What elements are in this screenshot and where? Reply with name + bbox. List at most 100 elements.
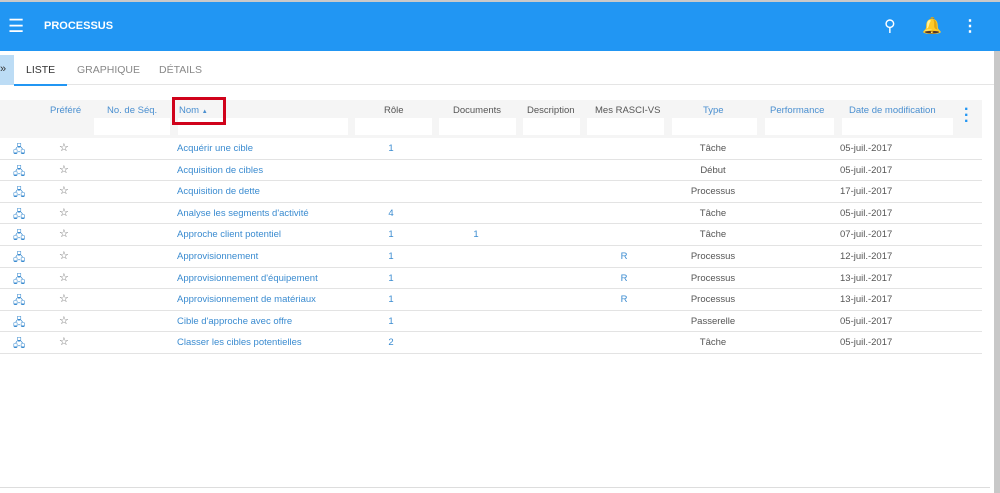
scrollbar[interactable] <box>994 51 1000 493</box>
row-nom[interactable]: Cible d'approche avec offre <box>177 316 292 327</box>
search-icon[interactable]: ⚲ <box>884 16 896 36</box>
row-role[interactable]: 1 <box>388 294 393 305</box>
col-documents[interactable]: Documents <box>453 105 501 116</box>
star-icon[interactable]: ☆ <box>59 141 69 154</box>
divider <box>0 487 990 488</box>
page-title: PROCESSUS <box>44 20 114 32</box>
table-row[interactable]: 🖧 ☆ Acquérir une cible 1 Tâche 05-juil.-… <box>0 138 982 160</box>
row-rasci: R <box>620 294 628 306</box>
sidebar-toggle-button[interactable]: » <box>0 55 14 85</box>
tab-details[interactable]: DÉTAILS <box>159 64 202 76</box>
more-vert-icon[interactable]: ⋮ <box>962 16 978 36</box>
monitor-icon[interactable]: 🖧 <box>13 292 25 311</box>
row-date: 05-juil.-2017 <box>840 337 893 349</box>
star-icon[interactable]: ☆ <box>59 227 69 240</box>
row-nom[interactable]: Classer les cibles potentielles <box>177 337 302 348</box>
star-icon[interactable]: ☆ <box>59 314 69 327</box>
monitor-icon[interactable]: 🖧 <box>13 163 25 182</box>
table-row[interactable]: 🖧 ☆ Approvisionnement de matériaux 1 R P… <box>0 289 982 311</box>
tab-bar: » LISTE GRAPHIQUE DÉTAILS <box>0 51 995 86</box>
row-date: 05-juil.-2017 <box>840 164 893 176</box>
monitor-icon[interactable]: 🖧 <box>13 314 25 333</box>
tab-graphique[interactable]: GRAPHIQUE <box>77 64 140 76</box>
table-row[interactable]: 🖧 ☆ Classer les cibles potentielles 2 Tâ… <box>0 332 982 354</box>
column-options-icon[interactable]: · · · <box>964 102 969 130</box>
table-row[interactable]: 🖧 ☆ Acquisition de cibles Début 05-juil.… <box>0 160 982 182</box>
star-icon[interactable]: ☆ <box>59 184 69 197</box>
filter-performance[interactable] <box>765 118 834 135</box>
row-date: 07-juil.-2017 <box>840 229 893 241</box>
filter-date[interactable] <box>842 118 953 135</box>
row-type: Début <box>700 164 726 176</box>
row-rasci: R <box>620 251 628 262</box>
row-nom[interactable]: Analyse les segments d'activité <box>177 208 309 219</box>
row-type: Processus <box>690 251 736 262</box>
table-row[interactable]: 🖧 ☆ Approvisionnement d'équipement 1 R P… <box>0 268 982 290</box>
row-date: 17-juil.-2017 <box>840 186 893 198</box>
star-icon[interactable]: ☆ <box>59 163 69 176</box>
row-role[interactable]: 1 <box>388 229 393 240</box>
filter-documents[interactable] <box>439 118 516 135</box>
star-icon[interactable]: ☆ <box>59 249 69 262</box>
col-role[interactable]: Rôle <box>384 105 404 116</box>
filter-type[interactable] <box>672 118 757 135</box>
bell-icon[interactable]: 🔔 <box>922 16 942 36</box>
row-type: Tâche <box>699 337 727 349</box>
monitor-icon[interactable]: 🖧 <box>13 206 25 225</box>
monitor-icon[interactable]: 🖧 <box>13 227 25 246</box>
row-type: Processus <box>690 186 736 198</box>
monitor-icon[interactable]: 🖧 <box>13 141 25 160</box>
monitor-icon[interactable]: 🖧 <box>13 271 25 290</box>
row-role[interactable]: 2 <box>388 337 393 348</box>
table-row[interactable]: 🖧 ☆ Cible d'approche avec offre 1 Passer… <box>0 311 982 333</box>
col-rasci[interactable]: Mes RASCI-VS <box>595 105 660 116</box>
row-nom[interactable]: Acquérir une cible <box>177 143 253 154</box>
monitor-icon[interactable]: 🖧 <box>13 184 25 203</box>
row-type: Tâche <box>699 207 727 219</box>
row-nom[interactable]: Acquisition de cibles <box>177 165 263 176</box>
star-icon[interactable]: ☆ <box>59 271 69 284</box>
row-role[interactable]: 1 <box>388 143 393 154</box>
tab-liste[interactable]: LISTE <box>13 64 68 86</box>
row-nom[interactable]: Approvisionnement de matériaux <box>177 294 316 305</box>
row-date: 05-juil.-2017 <box>840 315 893 327</box>
row-date: 05-juil.-2017 <box>840 143 893 154</box>
sort-highlight-box <box>172 97 226 125</box>
filter-rasci[interactable] <box>587 118 664 135</box>
filter-seq[interactable] <box>94 118 170 135</box>
monitor-icon[interactable]: 🖧 <box>13 335 25 354</box>
col-type[interactable]: Type <box>703 105 724 116</box>
star-icon[interactable]: ☆ <box>59 292 69 305</box>
row-date: 12-juil.-2017 <box>840 251 893 262</box>
row-date: 13-juil.-2017 <box>840 272 893 284</box>
row-role[interactable]: 1 <box>388 273 393 284</box>
row-nom[interactable]: Approvisionnement <box>177 251 258 262</box>
col-date[interactable]: Date de modification <box>849 105 936 116</box>
row-documents[interactable]: 1 <box>473 229 478 240</box>
star-icon[interactable]: ☆ <box>59 335 69 348</box>
row-role[interactable]: 1 <box>388 251 393 262</box>
row-nom[interactable]: Approvisionnement d'équipement <box>177 273 318 284</box>
col-description[interactable]: Description <box>527 105 575 116</box>
monitor-icon[interactable]: 🖧 <box>13 249 25 268</box>
row-type: Passerelle <box>690 315 736 327</box>
table-row[interactable]: 🖧 ☆ Analyse les segments d'activité 4 Tâ… <box>0 203 982 225</box>
filter-role[interactable] <box>355 118 432 135</box>
row-type: Tâche <box>699 229 727 241</box>
row-date: 05-juil.-2017 <box>840 207 893 219</box>
filter-description[interactable] <box>523 118 580 135</box>
table-header: Préféré No. de Séq. Nom ▲ Rôle Documents… <box>0 100 982 138</box>
star-icon[interactable]: ☆ <box>59 206 69 219</box>
table-row[interactable]: 🖧 ☆ Approvisionnement 1 R Processus 12-j… <box>0 246 982 268</box>
row-type: Tâche <box>699 143 727 154</box>
table-row[interactable]: 🖧 ☆ Acquisition de dette Processus 17-ju… <box>0 181 982 203</box>
table-row[interactable]: 🖧 ☆ Approche client potentiel 1 1 Tâche … <box>0 224 982 246</box>
col-performance[interactable]: Performance <box>770 105 824 116</box>
col-seq[interactable]: No. de Séq. <box>107 105 157 116</box>
row-nom[interactable]: Approche client potentiel <box>177 229 281 240</box>
row-nom[interactable]: Acquisition de dette <box>177 186 260 197</box>
row-role[interactable]: 4 <box>388 208 393 219</box>
col-prefere[interactable]: Préféré <box>50 105 81 116</box>
hamburger-icon[interactable]: ☰ <box>8 16 24 37</box>
row-role[interactable]: 1 <box>388 316 393 327</box>
